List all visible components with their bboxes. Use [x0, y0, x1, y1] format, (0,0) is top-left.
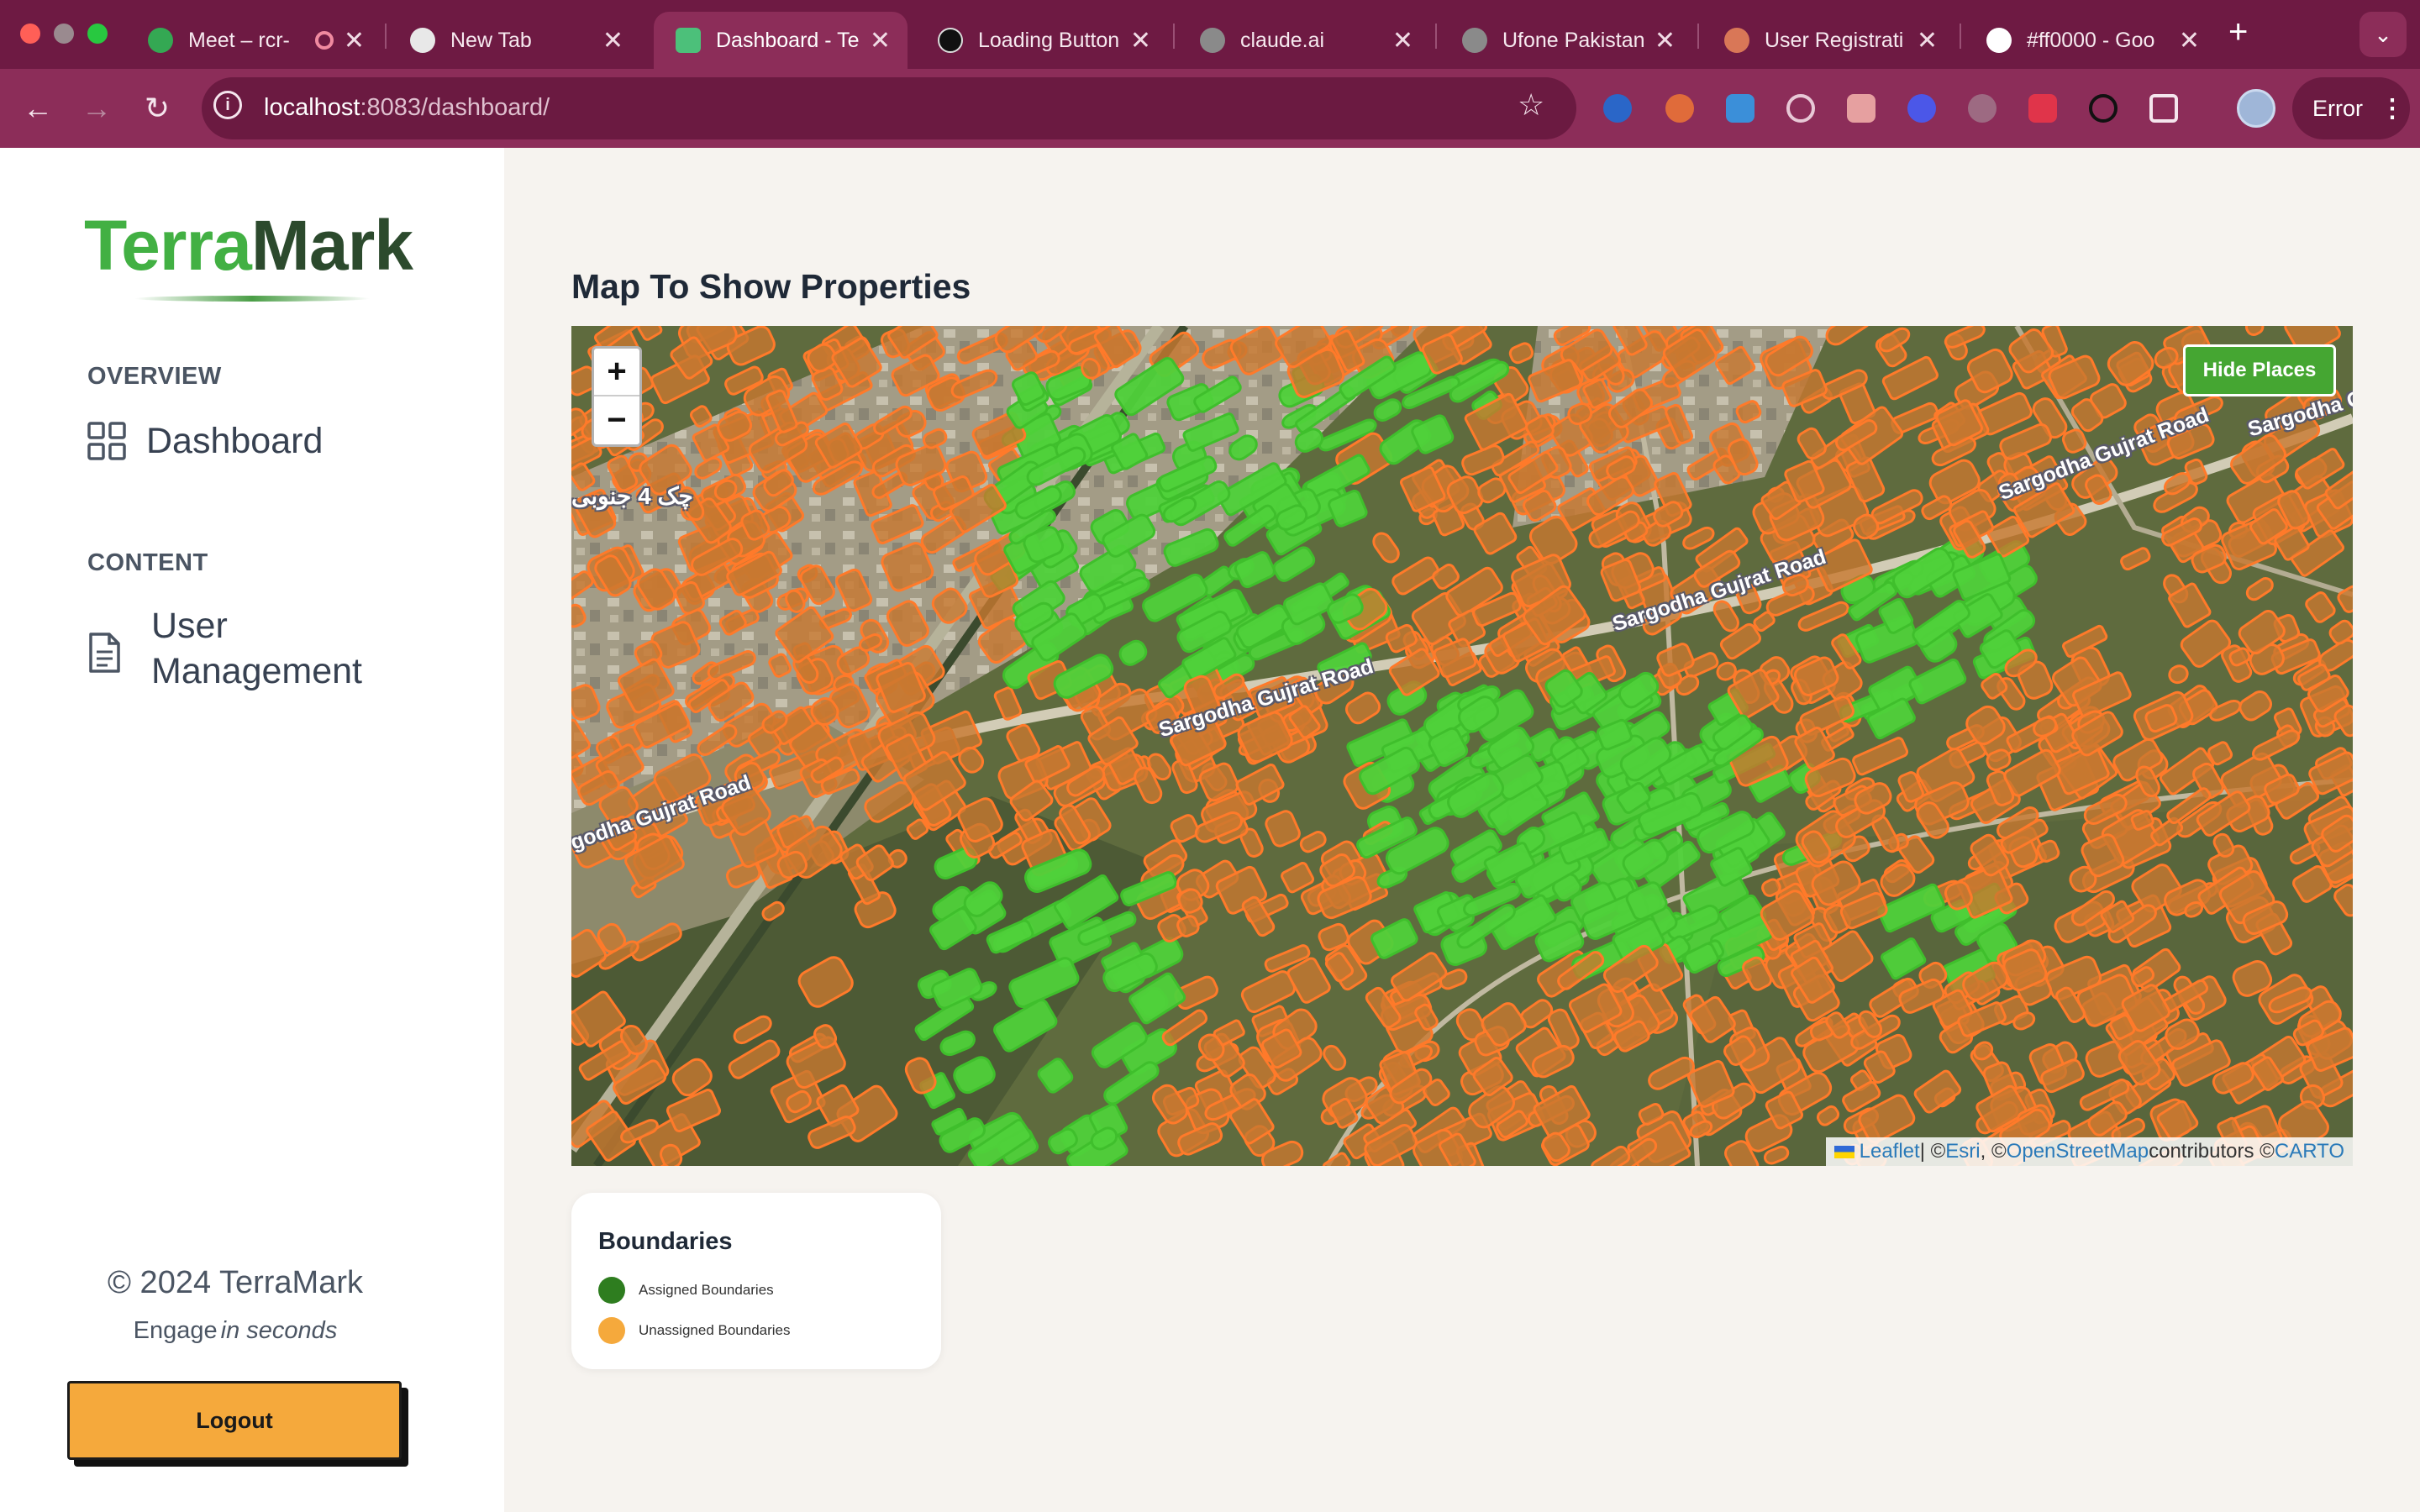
browser-tab[interactable]: #ff0000 - Goo ✕	[1965, 12, 2217, 69]
browser-toolbar: ← → ↻ i localhost:8083/dashboard/ ☆ Erro…	[0, 69, 2420, 148]
close-icon[interactable]: ✕	[1655, 26, 1676, 55]
browser-tab[interactable]: New Tab ✕	[388, 12, 640, 69]
extension-target-icon[interactable]	[1786, 94, 1815, 123]
legend-swatch	[598, 1317, 625, 1344]
copyright-text: © 2024 TerraMark	[108, 1265, 363, 1300]
extension-v-icon[interactable]	[1603, 94, 1632, 123]
sidebar-item-label: Dashboard	[146, 421, 324, 461]
document-icon	[89, 633, 120, 673]
close-icon[interactable]: ✕	[2179, 26, 2200, 55]
close-icon[interactable]: ✕	[602, 26, 623, 55]
extension-fi-icon[interactable]	[1726, 94, 1754, 123]
grid-icon	[87, 422, 126, 460]
avatar[interactable]	[2237, 89, 2275, 128]
close-icon[interactable]: ✕	[1917, 26, 1938, 55]
browser-tab[interactable]: Ufone Pakistan ✕	[1440, 12, 1692, 69]
extension-s-icon[interactable]	[1665, 94, 1694, 123]
zoom-window-icon[interactable]	[87, 24, 108, 44]
browser-tab[interactable]: User Registrati ✕	[1702, 12, 1954, 69]
app-icon	[676, 28, 701, 53]
zoom-control: + −	[592, 346, 642, 447]
extension-switch-icon[interactable]	[2028, 94, 2057, 123]
openai-icon	[938, 28, 963, 53]
minimize-window-icon[interactable]	[54, 24, 74, 44]
browser-tab[interactable]: claude.ai ✕	[1178, 12, 1430, 69]
attribution-text: | ©	[1919, 1140, 1946, 1163]
attribution-text: , ©	[1980, 1140, 2007, 1163]
browser-tab-active[interactable]: Dashboard - Te ✕	[654, 12, 908, 69]
chrome-icon	[410, 28, 435, 53]
globe-icon	[1462, 28, 1487, 53]
reload-icon[interactable]: ↻	[136, 87, 178, 129]
close-icon[interactable]: ✕	[870, 26, 891, 55]
sidebar-item-dashboard[interactable]: Dashboard	[87, 421, 323, 464]
close-window-icon[interactable]	[20, 24, 40, 44]
legend-item-assigned: Assigned Boundaries	[598, 1277, 774, 1304]
sidebar: TerraMark OVERVIEW Dashboard CONTENT Use…	[0, 148, 504, 1512]
url-text[interactable]: localhost:8083/dashboard/	[264, 94, 550, 122]
page-title: Map To Show Properties	[571, 267, 971, 306]
meet-icon	[148, 28, 173, 53]
hide-places-button[interactable]: Hide Places	[2183, 344, 2336, 396]
forward-arrow-icon[interactable]: →	[76, 87, 118, 129]
place-label: چک 4 جنوبی	[571, 483, 693, 509]
legend-title: Boundaries	[598, 1228, 733, 1255]
property-map[interactable]: Sargodha Gujrat Road Sargodha Gujrat Roa…	[571, 326, 2353, 1166]
legend-swatch	[598, 1277, 625, 1304]
browser-tab-bar: Meet – rcr- ✕ New Tab ✕ Dashboard - Te ✕…	[0, 0, 2420, 69]
tab-title: Dashboard - Te	[716, 28, 860, 52]
new-tab-icon[interactable]: +	[2228, 13, 2248, 51]
ukraine-flag-icon	[1833, 1145, 1854, 1158]
recording-icon	[314, 31, 334, 50]
legend-label: Assigned Boundaries	[639, 1282, 774, 1298]
chevron-down-icon[interactable]: ⌄	[2360, 12, 2407, 57]
carto-link[interactable]: CARTO	[2275, 1140, 2344, 1163]
logout-button[interactable]: Logout	[67, 1381, 402, 1460]
zoom-out-button[interactable]: −	[594, 396, 639, 444]
back-arrow-icon[interactable]: ←	[17, 87, 59, 129]
section-label-overview: OVERVIEW	[87, 363, 222, 390]
tab-title: Meet – rcr-	[188, 28, 290, 52]
leaflet-link[interactable]: Leaflet	[1860, 1140, 1920, 1163]
logo-underline	[134, 296, 370, 302]
extensions-puzzle-icon[interactable]	[2149, 94, 2178, 123]
browser-tab[interactable]: Loading Button ✕	[916, 12, 1168, 69]
profile-error-button[interactable]: Error ⋮	[2292, 77, 2410, 139]
close-icon[interactable]: ✕	[1392, 26, 1413, 55]
esri-link[interactable]: Esri	[1945, 1140, 1980, 1163]
sidebar-item-label: User Management	[151, 606, 362, 691]
zoom-in-button[interactable]: +	[594, 349, 639, 396]
tab-title: New Tab	[450, 28, 532, 52]
tab-title: User Registrati	[1765, 28, 1904, 52]
extension-ghost-icon[interactable]	[1968, 94, 1996, 123]
bookmark-star-icon[interactable]: ☆	[1518, 87, 1544, 123]
browser-tab[interactable]: Meet – rcr- ✕	[126, 12, 381, 69]
claude-icon	[1724, 28, 1749, 53]
sidebar-item-user-management[interactable]: User Management	[87, 603, 362, 694]
site-info-icon[interactable]: i	[213, 91, 242, 119]
osm-link[interactable]: OpenStreetMap	[2007, 1140, 2149, 1163]
extension-gear-icon[interactable]	[1907, 94, 1936, 123]
extension-history-icon[interactable]	[2089, 94, 2118, 123]
more-vertical-icon: ⋮	[2380, 94, 2405, 123]
app-logo[interactable]: TerraMark	[84, 205, 413, 286]
close-icon[interactable]: ✕	[344, 26, 365, 55]
tab-title: Ufone Pakistan	[1502, 28, 1644, 52]
extension-bug-icon[interactable]	[1847, 94, 1876, 123]
boundaries-legend: Boundaries Assigned Boundaries Unassigne…	[571, 1193, 941, 1369]
map-attribution: Leaflet | © Esri , © OpenStreetMap contr…	[1825, 1137, 2353, 1166]
attribution-text: contributors ©	[2149, 1140, 2275, 1163]
globe-icon	[1200, 28, 1225, 53]
tab-title: claude.ai	[1240, 28, 1325, 52]
tab-title: #ff0000 - Goo	[2027, 28, 2155, 52]
google-icon	[1986, 28, 2012, 53]
section-label-content: CONTENT	[87, 549, 208, 576]
tab-title: Loading Button	[978, 28, 1120, 52]
legend-item-unassigned: Unassigned Boundaries	[598, 1317, 791, 1344]
tagline: Engage in seconds	[133, 1317, 338, 1344]
close-icon[interactable]: ✕	[1130, 26, 1151, 55]
legend-label: Unassigned Boundaries	[639, 1322, 791, 1338]
